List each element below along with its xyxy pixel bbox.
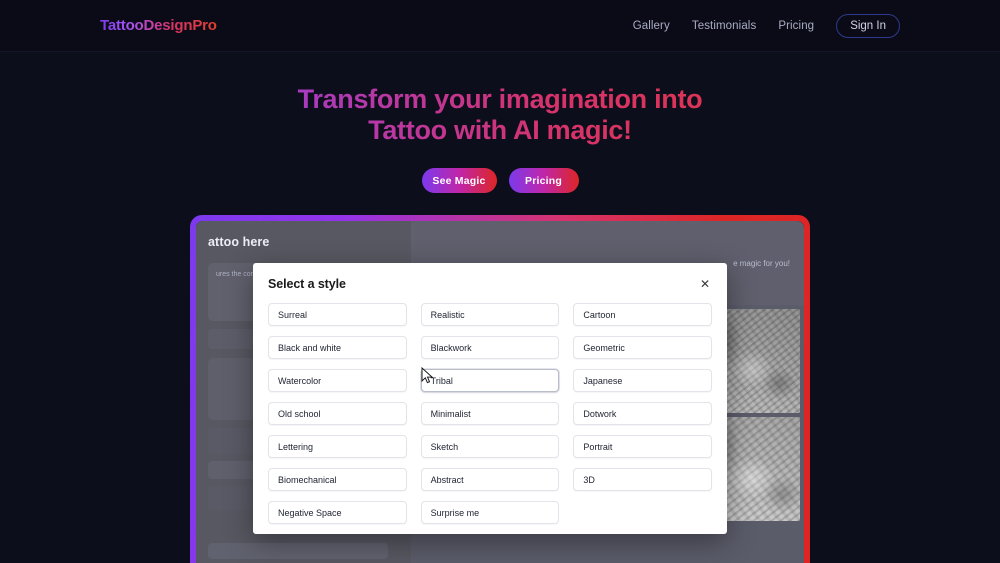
app-generate-button[interactable]	[208, 543, 388, 559]
hero-title-line-1: Transform your imagination into	[297, 84, 703, 114]
style-option-black-and-white[interactable]: Black and white	[268, 336, 407, 359]
sign-in-button[interactable]: Sign In	[836, 13, 900, 38]
site-header: TattooDesignPro Gallery Testimonials Pri…	[0, 0, 1000, 52]
modal-title: Select a style	[268, 277, 346, 291]
nav-link-gallery[interactable]: Gallery	[633, 20, 670, 32]
select-style-modal: Select a style ✕ Surreal Realistic Cartoon…	[253, 263, 727, 534]
see-magic-button[interactable]: See Magic	[421, 168, 497, 193]
style-option-sketch[interactable]: Sketch	[420, 435, 560, 458]
style-option-portrait[interactable]: Portrait	[573, 435, 712, 458]
hero-title-line-2: Tattoo with AI magic!	[368, 115, 632, 145]
style-option-negative-space[interactable]: Negative Space	[268, 501, 407, 524]
page-title: Transform your imagination into Tattoo w…	[0, 84, 1000, 146]
pricing-button[interactable]: Pricing	[508, 168, 579, 193]
modal-header: Select a style ✕	[268, 277, 712, 291]
hero-actions: See Magic Pricing	[0, 168, 1000, 193]
style-option-japanese[interactable]: Japanese	[573, 369, 712, 392]
style-option-realistic[interactable]: Realistic	[420, 303, 560, 326]
brand-logo[interactable]: TattooDesignPro	[100, 17, 217, 34]
style-option-geometric[interactable]: Geometric	[573, 336, 712, 359]
style-option-dotwork[interactable]: Dotwork	[573, 402, 712, 425]
style-option-blackwork[interactable]: Blackwork	[420, 336, 560, 359]
style-option-surprise-me[interactable]: Surprise me	[420, 501, 560, 524]
style-option-watercolor[interactable]: Watercolor	[268, 369, 407, 392]
style-option-surreal[interactable]: Surreal	[268, 303, 407, 326]
app-panel-title: attoo here	[208, 235, 270, 249]
style-option-lettering[interactable]: Lettering	[268, 435, 407, 458]
close-icon[interactable]: ✕	[698, 277, 712, 291]
landing-page: TattooDesignPro Gallery Testimonials Pri…	[0, 0, 1000, 563]
style-option-old-school[interactable]: Old school	[268, 402, 407, 425]
app-right-header-text: e magic for you!	[733, 258, 790, 268]
style-option-tribal[interactable]: Tribal	[420, 369, 560, 392]
style-option-minimalist[interactable]: Minimalist	[420, 402, 560, 425]
style-options-grid: Surreal Realistic Cartoon Black and white Bl…	[268, 303, 712, 524]
hero-section: Transform your imagination into Tattoo w…	[0, 52, 1000, 193]
nav-link-testimonials[interactable]: Testimonials	[692, 20, 756, 32]
style-option-biomechanical[interactable]: Biomechanical	[268, 468, 407, 491]
style-option-abstract[interactable]: Abstract	[420, 468, 560, 491]
nav-link-pricing[interactable]: Pricing	[778, 20, 814, 32]
main-navigation: Gallery Testimonials Pricing Sign In	[633, 13, 900, 38]
style-option-3d[interactable]: 3D	[573, 468, 712, 491]
style-option-cartoon[interactable]: Cartoon	[573, 303, 712, 326]
